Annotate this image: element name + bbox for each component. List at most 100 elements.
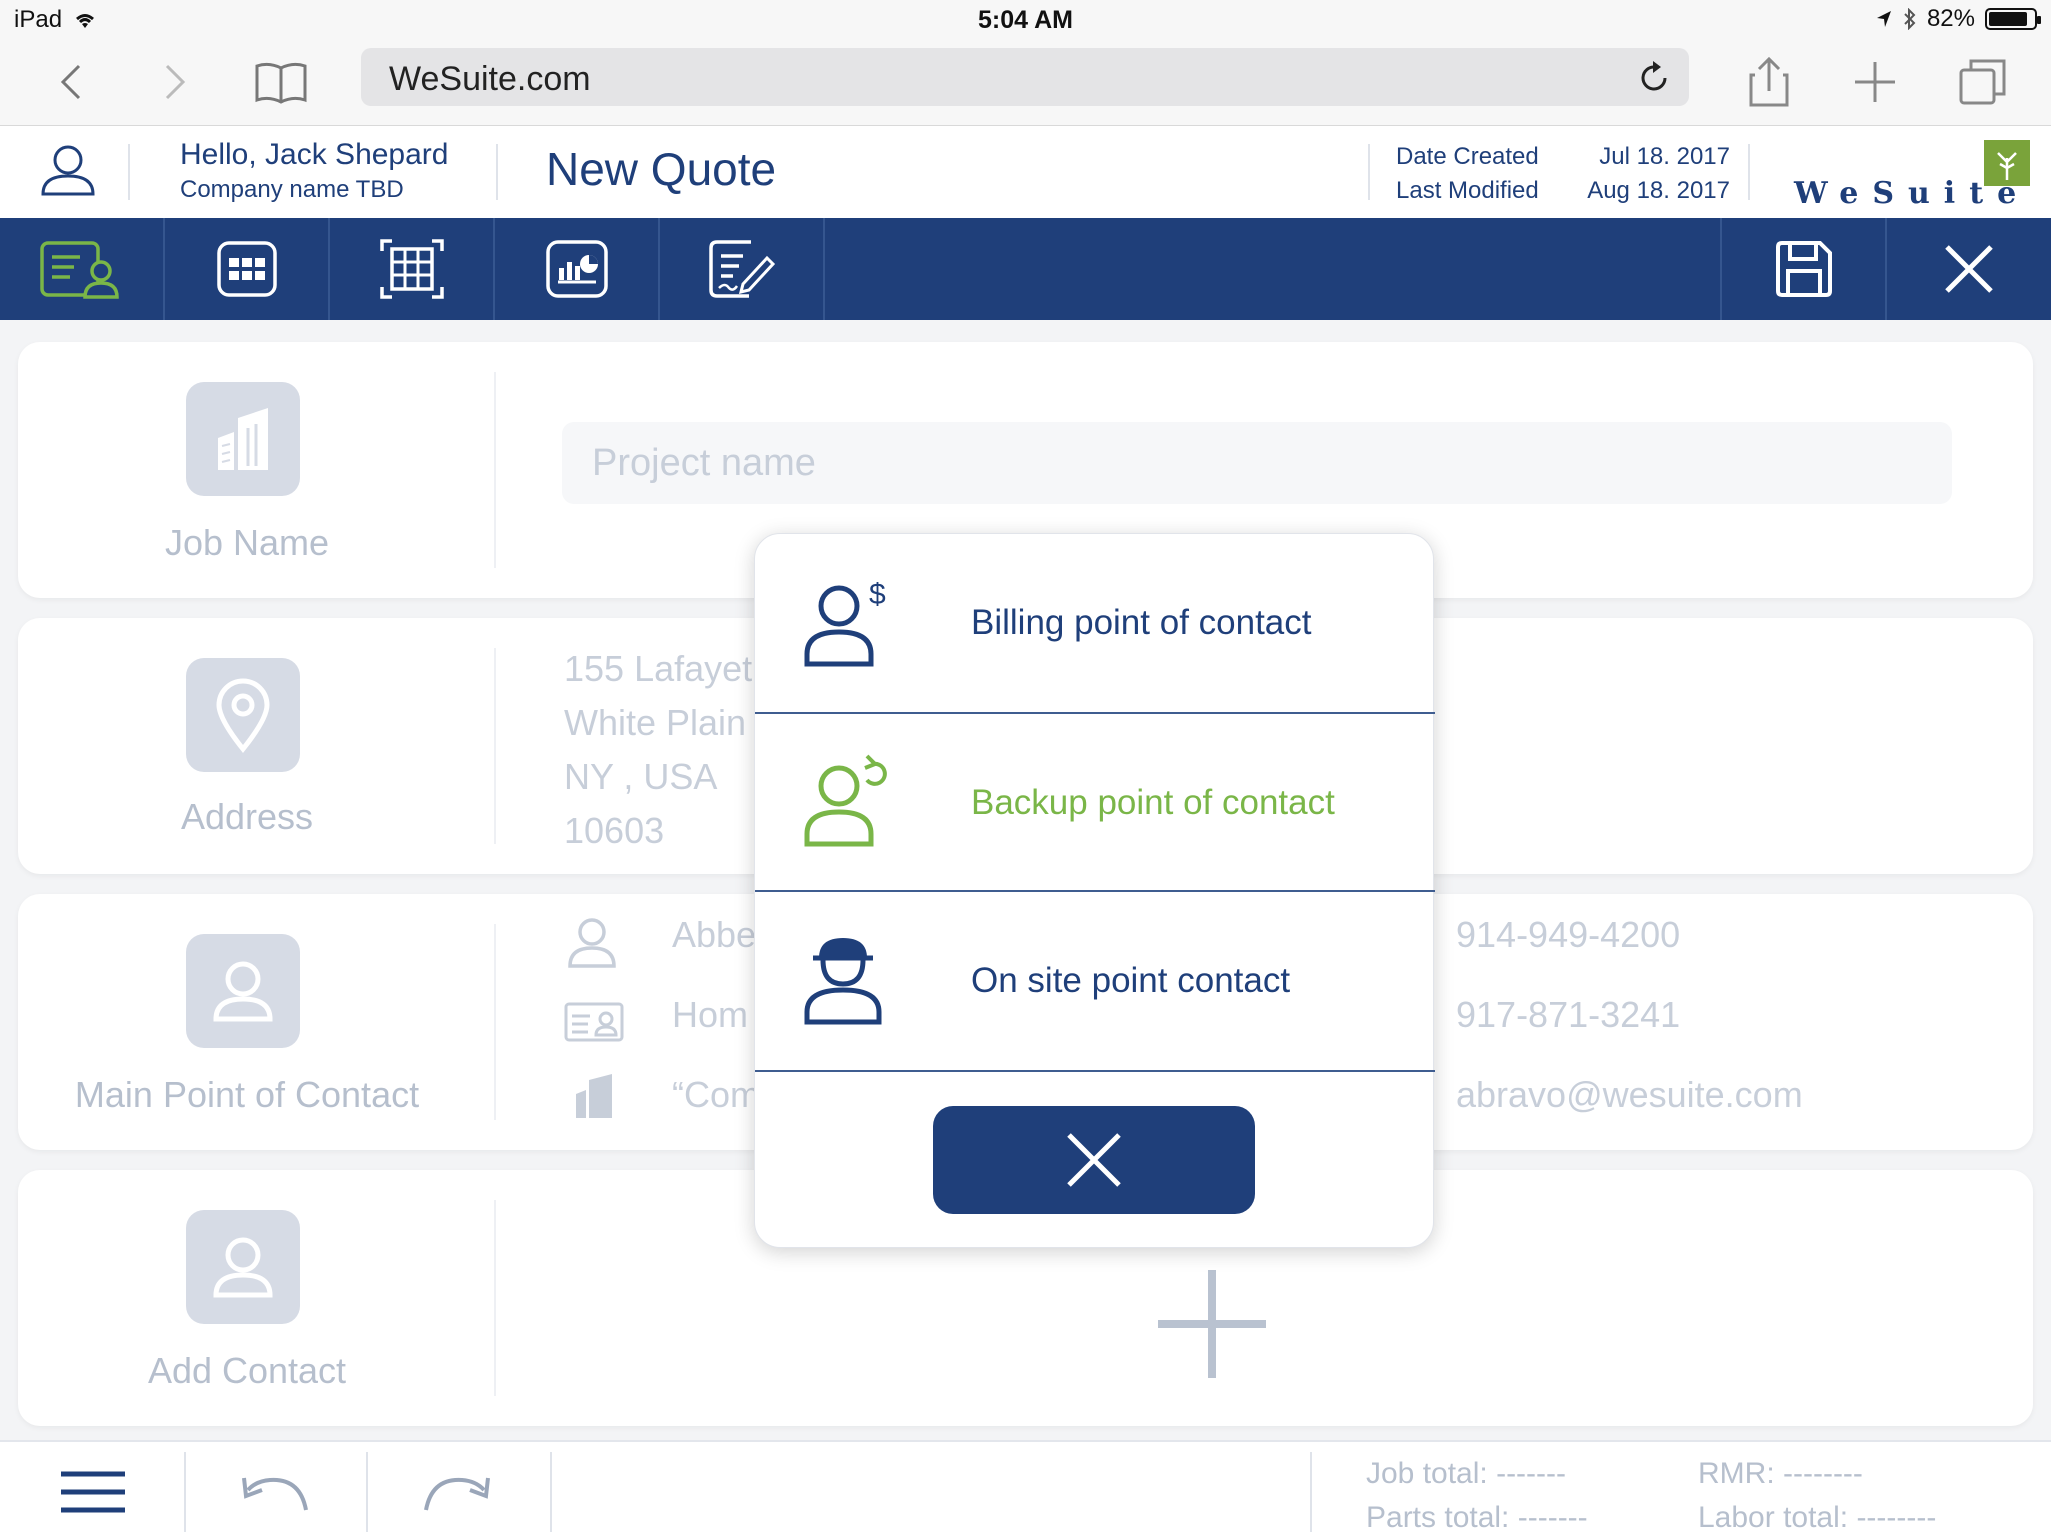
reload-button[interactable] [1639, 60, 1671, 99]
bottom-divider [184, 1452, 186, 1532]
user-icon [41, 145, 95, 196]
header-divider [1368, 144, 1370, 200]
add-tab-icon [1855, 62, 1895, 102]
tab-layout[interactable] [330, 218, 495, 320]
header-divider [1748, 144, 1750, 200]
table-icon [379, 239, 444, 299]
browser-toolbar: WeSuite.com [0, 38, 2051, 126]
redo-button[interactable] [392, 1442, 522, 1540]
add-contact-plus-icon[interactable] [1158, 1270, 1266, 1378]
contact-icon-box [186, 934, 300, 1048]
onsite-contact-label: On site point contact [971, 961, 1291, 1000]
card-divider [494, 1200, 496, 1396]
card-divider [494, 648, 496, 844]
address-line: 10603 [564, 810, 665, 851]
main-contact-label: Main Point of Contact [74, 1074, 420, 1115]
forward-button[interactable] [140, 38, 210, 126]
totals-right: RMR: -------- Labor total: -------- [1698, 1452, 1936, 1540]
grid-icon [216, 241, 277, 297]
bottom-divider [550, 1452, 552, 1532]
backup-contact-label: Backup point of contact [971, 783, 1335, 822]
address-line: NY , USA [564, 756, 718, 797]
battery-percent: 82% [1926, 5, 1975, 32]
rmr-total: RMR: -------- [1698, 1457, 1863, 1490]
add-tab-button[interactable] [1840, 38, 1910, 126]
tab-sign[interactable] [660, 218, 825, 320]
header-divider [496, 144, 498, 200]
billing-contact-label: Billing point of contact [971, 603, 1312, 642]
contact-icon [213, 961, 273, 1022]
tab-customer-info[interactable] [0, 218, 165, 320]
parts-total: Parts total: ------- [1366, 1501, 1588, 1534]
tabs-icon [1959, 59, 2006, 105]
date-values: Jul 18. 2017 Aug 18. 2017 [1540, 140, 1730, 208]
address-lines[interactable]: 155 Lafayet White Plain NY , USA 10603 [564, 642, 752, 858]
share-icon [1749, 56, 1789, 107]
redo-icon [424, 1477, 490, 1511]
backup-contact-option[interactable]: Backup point of contact [755, 714, 1435, 892]
address-line: 155 Lafayet [564, 648, 753, 689]
building-icon [576, 1074, 612, 1118]
bluetooth-icon [1904, 8, 1916, 30]
save-button[interactable] [1720, 218, 1885, 320]
contact-icon [213, 1237, 273, 1298]
close-icon [1944, 245, 1993, 293]
back-button[interactable] [36, 38, 106, 126]
greeting: Hello, Jack Shepard [180, 138, 449, 171]
main-toolbar [0, 218, 2051, 320]
contact-name: Abbe [672, 914, 757, 955]
contact-phone-1[interactable]: 914-949-4200 [1456, 914, 1680, 956]
report-icon [545, 240, 608, 298]
person-icon [568, 918, 616, 968]
header-divider [128, 144, 130, 200]
last-modified-label: Last Modified [1396, 177, 1539, 204]
tab-reports[interactable] [495, 218, 660, 320]
reload-icon [1641, 61, 1667, 91]
profile-button[interactable] [38, 140, 98, 205]
page-title: New Quote [546, 143, 777, 195]
status-bar: iPad 5:04 AM 82% [0, 0, 2051, 38]
address-line: White Plain [564, 702, 747, 743]
location-pin-icon [216, 678, 270, 753]
add-contact-icon-box[interactable] [186, 1210, 300, 1324]
project-name-input[interactable]: Project name [562, 422, 1952, 504]
contact-type-popover: $ Billing point of contact Backup point … [754, 533, 1435, 1248]
popover-close-button[interactable] [933, 1106, 1255, 1214]
tree-logo-icon [1984, 140, 2030, 186]
building-icon [218, 408, 268, 470]
billing-contact-icon: $ [804, 578, 886, 667]
wesuite-logo: WeSuite [1794, 140, 2034, 212]
onsite-contact-option[interactable]: On site point contact [755, 892, 1435, 1070]
close-quote-button[interactable] [1885, 218, 2050, 320]
date-created-label: Date Created [1396, 143, 1539, 170]
bottom-bar: Job total: ------- Parts total: ------- … [0, 1440, 2051, 1540]
address-label: Address [180, 796, 314, 837]
last-modified-value: Aug 18. 2017 [1587, 177, 1730, 204]
contact-company: “Com [672, 1074, 760, 1115]
undo-button[interactable] [210, 1442, 340, 1540]
address-bar[interactable]: WeSuite.com [361, 48, 1689, 106]
backup-contact-icon [804, 754, 887, 847]
tabs-button[interactable] [1948, 38, 2018, 126]
contact-email[interactable]: abravo@wesuite.com [1456, 1074, 1803, 1116]
date-created-value: Jul 18. 2017 [1599, 143, 1730, 170]
save-icon [1775, 241, 1832, 297]
labor-total: Labor total: -------- [1698, 1501, 1937, 1534]
tab-products[interactable] [165, 218, 330, 320]
contact-type: Hom [672, 994, 749, 1035]
bookmarks-button[interactable] [246, 38, 316, 126]
customer-info-icon [39, 241, 119, 299]
battery-icon [1985, 8, 2041, 30]
id-card-icon [564, 1002, 624, 1042]
bookmarks-icon [255, 62, 307, 104]
sign-document-icon [708, 240, 775, 298]
share-button[interactable] [1734, 38, 1804, 126]
chevron-right-icon [165, 64, 186, 100]
contact-phone-2[interactable]: 917-871-3241 [1456, 994, 1680, 1036]
date-labels: Date Created Last Modified [1396, 140, 1539, 208]
chevron-left-icon [60, 64, 81, 100]
bottom-divider [366, 1452, 368, 1532]
menu-button[interactable] [28, 1442, 158, 1540]
company-name: Company name TBD [180, 176, 404, 203]
billing-contact-option[interactable]: $ Billing point of contact [755, 534, 1435, 712]
